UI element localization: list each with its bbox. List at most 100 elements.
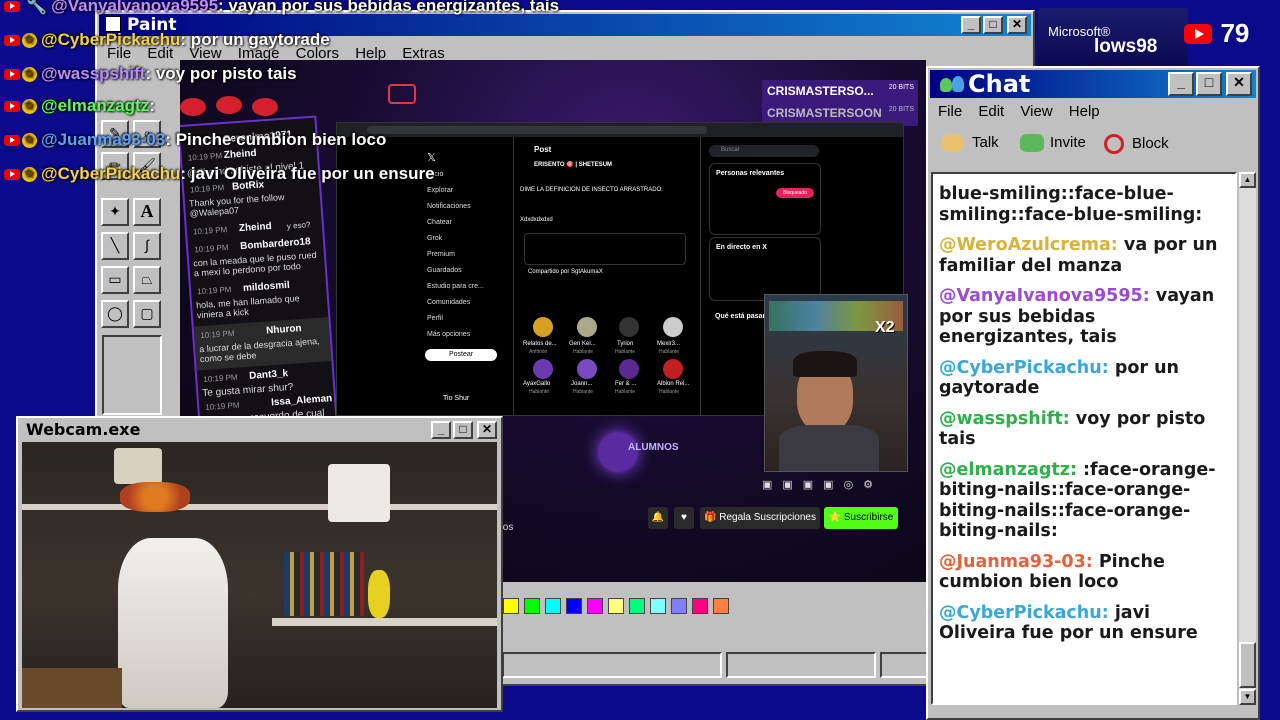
webcam-maximize-button[interactable]: □ <box>453 421 473 439</box>
books <box>284 552 364 616</box>
color-swatch[interactable] <box>608 598 624 614</box>
speaker-role: Hablante <box>659 389 680 395</box>
chat-menu-file[interactable]: File <box>932 100 968 123</box>
x-nav-item[interactable]: Grok <box>427 235 507 251</box>
chat-menu-edit[interactable]: Edit <box>972 100 1010 123</box>
side-chat-msg: Thank you for the follow @Walepa07 <box>188 191 285 219</box>
rounded-rect-tool-icon[interactable]: ▢ <box>133 300 161 328</box>
chat-scrollbar[interactable]: ▲ ▼ <box>1239 172 1256 705</box>
block-label: Block <box>1132 134 1169 152</box>
speaker-name: Albion Rel... <box>657 381 690 387</box>
color-swatch[interactable] <box>629 598 645 614</box>
heart-button[interactable]: ♥ <box>674 507 694 529</box>
color-swatch[interactable] <box>545 598 561 614</box>
sidebar-user[interactable]: Tio Shur <box>443 395 469 402</box>
block-button[interactable]: Block <box>1104 134 1169 154</box>
shelf <box>22 504 497 510</box>
post-hashtag: Xdxdxdxdxd <box>520 217 553 223</box>
x-nav-item[interactable]: Comunidades <box>427 299 507 315</box>
side-chat-name: mildosmil <box>242 279 291 295</box>
polygon-tool-icon[interactable]: ⏢ <box>133 266 161 294</box>
youtube-icon <box>4 69 20 81</box>
live-header: En directo en X <box>716 244 767 251</box>
multiplier-badge: X2 <box>875 319 895 336</box>
x-nav-item[interactable]: Perfil <box>427 315 507 331</box>
airbrush-tool-icon[interactable]: ✦ <box>101 198 129 226</box>
x-nav-item[interactable]: Notificaciones <box>427 203 507 219</box>
chat-menu-view[interactable]: View <box>1014 100 1058 123</box>
x-nav-item[interactable]: Premium <box>427 251 507 267</box>
webcam-titlebar[interactable]: Webcam.exe <box>20 420 499 440</box>
scroll-thumb[interactable] <box>1239 642 1256 688</box>
color-swatch[interactable] <box>713 598 729 614</box>
chat-message: @CyberPickachu: javi Oliveira fue por un… <box>939 603 1229 644</box>
overlay-chat-user: @VanyaIvanova9595 <box>51 0 219 15</box>
chat-maximize-button[interactable]: □ <box>1196 72 1222 96</box>
chat-menu-help[interactable]: Help <box>1063 100 1106 123</box>
ellipse-tool-icon[interactable]: ◯ <box>101 300 129 328</box>
color-swatch[interactable] <box>524 598 540 614</box>
side-chat-msg: y eso? <box>286 220 311 231</box>
status-bar-field <box>502 652 722 678</box>
chat-message-user: @wasspshift: <box>939 408 1070 429</box>
x-nav-item[interactable]: Guardados <box>427 267 507 283</box>
subscribe-button[interactable]: ⭐ Suscribirse <box>824 507 898 529</box>
chat-message: @CyberPickachu: por un gaytorade <box>939 358 1229 399</box>
minimize-button[interactable]: _ <box>961 16 981 34</box>
chat-close-button[interactable]: ✕ <box>1226 72 1252 96</box>
side-chat-name: Issa_Aleman <box>270 393 333 409</box>
chat-message-user: @CyberPickachu: <box>939 602 1109 623</box>
color-swatch[interactable] <box>503 598 519 614</box>
overlay-chat-text: : vayan por sus bebidas energizantes, ta… <box>218 0 560 15</box>
line-tool-icon[interactable]: ╲ <box>101 232 129 260</box>
color-swatch[interactable] <box>566 598 582 614</box>
overlay-chat-line: ★ @elmanzagtz: <box>4 96 155 122</box>
x-search-input[interactable]: Buscar <box>709 145 819 157</box>
webcam-minimize-button[interactable]: _ <box>431 421 451 439</box>
overlay-chat-line: ★ @Juanma93-03: Pinche cumbion bien loco <box>4 130 386 156</box>
text-tool-icon[interactable]: A <box>133 198 161 226</box>
rectangle-tool-icon[interactable]: ▭ <box>101 266 129 294</box>
speaker-name: Fer & ... <box>615 381 637 387</box>
scroll-up-button[interactable]: ▲ <box>1239 172 1256 188</box>
relevant-header: Personas relevantes <box>716 170 785 177</box>
color-swatch[interactable] <box>587 598 603 614</box>
block-icon <box>1104 134 1124 154</box>
talk-button[interactable]: Talk <box>942 134 999 153</box>
side-chat-msg: con la meada que le puso rued a mexi lo … <box>192 249 317 279</box>
gaming-chair <box>118 538 228 708</box>
maximize-button[interactable]: □ <box>983 16 1003 34</box>
overlay-chat-line: ★ @CyberPickachu: javi Oliveira fue por u… <box>4 164 435 190</box>
speaker-role: Hablante <box>615 349 636 355</box>
youtube-play-icon <box>388 84 416 104</box>
notification-bell-button[interactable]: 🔔 <box>648 507 668 529</box>
post-author: ERISENTO 🎯 | SHETESUM <box>534 162 613 168</box>
overlay-chat-text: : <box>149 96 155 115</box>
post-button[interactable]: Postear <box>425 349 497 361</box>
x-nav-item[interactable]: Explorar <box>427 187 507 203</box>
x-logo-icon[interactable]: 𝕏 <box>427 151 436 164</box>
blocked-button[interactable]: Bloqueado <box>776 188 814 198</box>
color-swatch[interactable] <box>692 598 708 614</box>
webcam-close-button[interactable]: ✕ <box>477 421 497 439</box>
x-search-placeholder: Buscar <box>721 147 740 153</box>
scroll-down-button[interactable]: ▼ <box>1239 689 1256 705</box>
chat-minimize-button[interactable]: _ <box>1168 72 1194 96</box>
color-swatch[interactable] <box>650 598 666 614</box>
x-nav-item[interactable]: Estudio para cre... <box>427 283 507 299</box>
x-nav-item[interactable]: Chatear <box>427 219 507 235</box>
overlay-chat-line: ★ @CyberPickachu: por un gaytorade <box>4 30 330 56</box>
color-swatch[interactable] <box>671 598 687 614</box>
curve-tool-icon[interactable]: ∫ <box>133 232 161 260</box>
gift-subs-button[interactable]: 🎁 Regala Suscripciones <box>700 507 820 529</box>
overlay-chat-text: : por un gaytorade <box>180 30 330 49</box>
x-nav-item[interactable]: Inicio <box>427 171 507 187</box>
close-button[interactable]: ✕ <box>1007 16 1027 34</box>
x-nav-item[interactable]: Más opciones <box>427 331 507 347</box>
side-chat-time: 10:19 PM <box>205 400 240 412</box>
invite-button[interactable]: Invite <box>1020 134 1086 153</box>
chat-log: blue-smiling::face-blue-smiling::face-bl… <box>931 172 1237 705</box>
viewer-counter: 79 <box>1184 18 1249 52</box>
side-chat-msg: hola, me han llamado que viniera a kick <box>195 293 300 321</box>
chat-message-user: @WeroAzulcrema: <box>939 235 1118 255</box>
